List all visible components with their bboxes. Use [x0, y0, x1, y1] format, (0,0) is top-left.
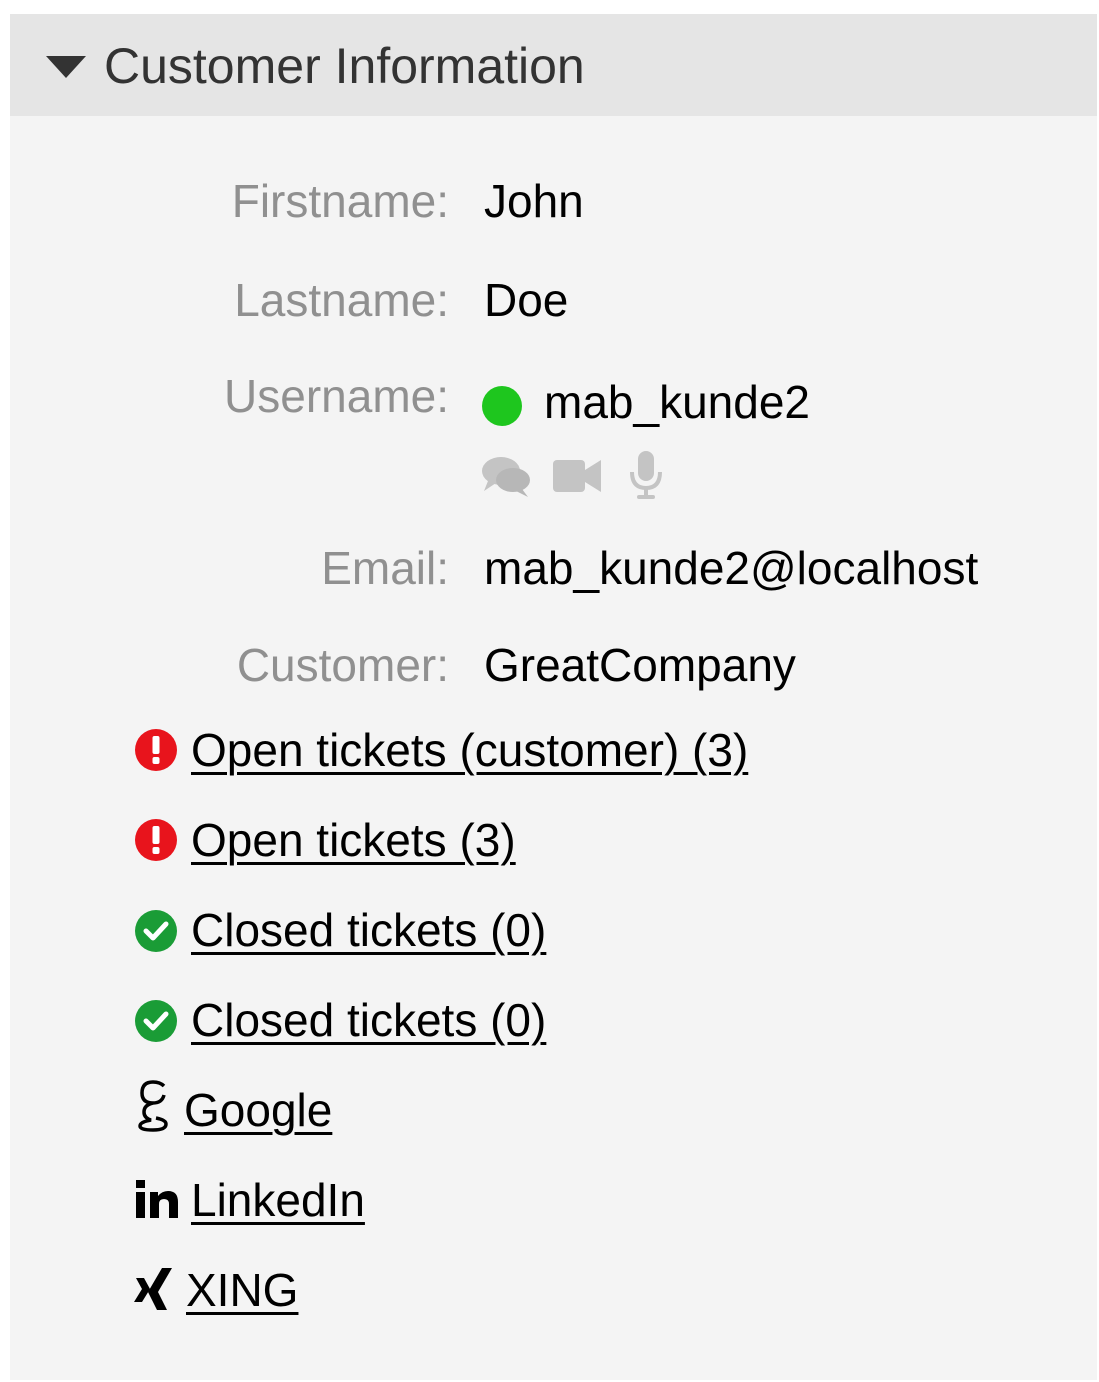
google-link[interactable]: Google [184, 1082, 332, 1138]
username-label: Username: [224, 370, 449, 422]
email-value: mab_kunde2@localhost [484, 542, 979, 594]
firstname-value: John [484, 175, 584, 227]
online-status-icon [482, 386, 522, 426]
check-icon [135, 1000, 177, 1042]
alert-icon [135, 729, 177, 771]
open-tickets-customer-link[interactable]: Open tickets (customer) (3) [191, 722, 748, 778]
email-label: Email: [321, 542, 449, 594]
chat-icon[interactable] [480, 454, 532, 503]
xing-link[interactable]: XING [186, 1262, 298, 1318]
closed-tickets-link[interactable]: Closed tickets (0) [191, 902, 546, 958]
check-icon [135, 910, 177, 952]
customer-value: GreatCompany [484, 639, 796, 691]
username-value: mab_kunde2 [544, 376, 810, 428]
microphone-icon[interactable] [628, 450, 664, 505]
panel-header[interactable]: Customer Information [10, 14, 1097, 116]
video-icon[interactable] [552, 458, 602, 499]
lastname-label: Lastname: [234, 274, 449, 326]
firstname-label: Firstname: [231, 175, 449, 227]
open-tickets-link[interactable]: Open tickets (3) [191, 812, 516, 868]
panel-title: Customer Information [104, 38, 585, 94]
customer-label: Customer: [236, 639, 449, 691]
collapse-triangle-icon[interactable] [46, 56, 86, 78]
google-icon [134, 1080, 174, 1137]
customer-information-panel: Customer Information Firstname: John Las… [10, 14, 1097, 1380]
alert-icon [135, 819, 177, 861]
linkedin-link[interactable]: LinkedIn [191, 1172, 365, 1228]
closed-tickets-customer-link[interactable]: Closed tickets (0) [191, 992, 546, 1048]
linkedin-icon [134, 1178, 180, 1225]
xing-icon [134, 1266, 176, 1317]
lastname-value: Doe [484, 274, 569, 326]
